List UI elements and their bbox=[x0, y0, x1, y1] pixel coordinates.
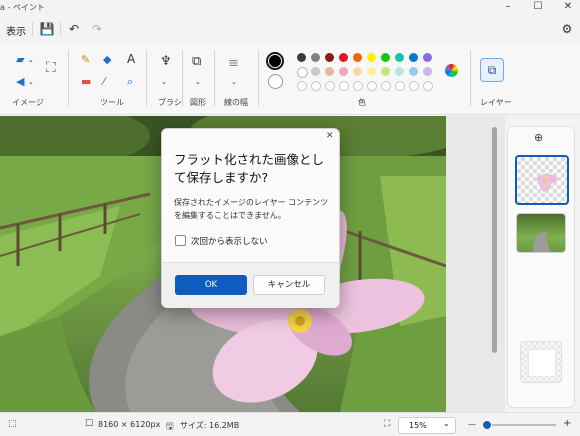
color-swatch[interactable] bbox=[325, 67, 334, 76]
window-title: a - ペイント bbox=[0, 3, 45, 12]
crop-icon[interactable]: ⛶ bbox=[46, 61, 56, 75]
undo-icon[interactable]: ↶ bbox=[65, 20, 83, 38]
color-swatch[interactable] bbox=[381, 53, 390, 62]
title-bar: a - ペイント – ☐ ✕ bbox=[0, 0, 580, 16]
text-icon[interactable]: A bbox=[127, 53, 135, 65]
menu-view[interactable]: 表示 bbox=[6, 23, 26, 38]
empty-color-slot[interactable] bbox=[381, 81, 391, 91]
eraser-icon[interactable]: ▬ bbox=[81, 76, 91, 88]
chevron-down-icon[interactable]: ⌄ bbox=[28, 54, 34, 66]
color-swatch[interactable] bbox=[395, 67, 404, 76]
dialog-message: 保存されたイメージのレイヤー コンテンツを編集することはできません。 bbox=[174, 198, 329, 220]
color-swatch[interactable] bbox=[311, 67, 320, 76]
empty-color-slot[interactable] bbox=[367, 81, 377, 91]
save-flattened-dialog: ✕ フラット化された画像として保存しますか? 保存されたイメージのレイヤー コン… bbox=[161, 128, 340, 308]
color-swatch[interactable] bbox=[311, 53, 320, 62]
shapes-icon[interactable]: ⧉ bbox=[192, 55, 201, 68]
pencil-icon[interactable]: ✎ bbox=[81, 54, 90, 66]
color-wheel-icon[interactable] bbox=[445, 64, 458, 77]
empty-color-slot[interactable] bbox=[297, 81, 307, 91]
color-swatch[interactable] bbox=[367, 53, 376, 62]
layer-thumbnail-photo[interactable] bbox=[516, 213, 566, 253]
empty-color-slot[interactable] bbox=[395, 81, 405, 91]
primary-color-swatch[interactable] bbox=[266, 52, 284, 70]
zoom-in-icon[interactable]: + bbox=[563, 418, 571, 429]
group-label-colors: 色 bbox=[358, 98, 366, 107]
color-swatch[interactable] bbox=[339, 67, 348, 76]
layers-button[interactable]: ⧉ bbox=[480, 58, 504, 82]
selection-icon: ⬚ bbox=[8, 419, 17, 429]
zoom-slider-thumb[interactable] bbox=[482, 420, 492, 430]
zoom-slider[interactable] bbox=[482, 420, 556, 430]
menu-bar: 表示 💾 ↶ ↷ ⚙ bbox=[0, 16, 580, 42]
fill-icon[interactable]: ◆ bbox=[103, 54, 111, 66]
dialog-close-icon[interactable]: ✕ bbox=[326, 131, 334, 141]
brush-icon[interactable]: ♆ bbox=[160, 55, 172, 68]
color-swatch[interactable] bbox=[409, 53, 418, 62]
chevron-down-icon[interactable]: ⌄ bbox=[161, 76, 167, 88]
color-swatch[interactable] bbox=[353, 53, 362, 62]
ok-button[interactable]: OK bbox=[175, 275, 247, 295]
group-label-shapes: 図形 bbox=[190, 98, 206, 107]
color-picker-icon[interactable]: ⁄ bbox=[103, 76, 105, 88]
color-swatch[interactable] bbox=[423, 53, 432, 62]
color-swatch[interactable] bbox=[353, 67, 362, 76]
empty-color-slot[interactable] bbox=[409, 81, 419, 91]
magnifier-icon[interactable]: ⌕ bbox=[127, 76, 133, 88]
empty-color-slot[interactable] bbox=[325, 81, 335, 91]
group-label-size: 線の幅 bbox=[224, 98, 248, 107]
chevron-down-icon: ⌄ bbox=[443, 419, 450, 428]
close-icon[interactable]: ✕ bbox=[554, 0, 580, 16]
color-swatch[interactable] bbox=[367, 67, 376, 76]
group-label-tools: ツール bbox=[100, 98, 124, 107]
empty-color-slot[interactable] bbox=[311, 81, 321, 91]
secondary-color-swatch[interactable] bbox=[268, 74, 283, 89]
canvas-size-icon: ☐ bbox=[85, 419, 94, 429]
dont-show-again-checkbox[interactable] bbox=[175, 235, 186, 246]
select-icon[interactable]: ▰ bbox=[16, 54, 24, 66]
dont-show-again-label[interactable]: 次回から表示しない bbox=[191, 235, 268, 247]
zoom-value: 15% bbox=[409, 421, 427, 430]
empty-color-slot[interactable] bbox=[353, 81, 363, 91]
layer-thumbnail-flower[interactable] bbox=[515, 155, 569, 205]
save-icon[interactable]: 💾 bbox=[38, 20, 56, 38]
color-swatch[interactable] bbox=[339, 53, 348, 62]
group-label-layers: レイヤー bbox=[480, 98, 512, 107]
redo-icon[interactable]: ↷ bbox=[88, 20, 106, 38]
fit-to-window-icon[interactable]: ⛶ bbox=[384, 419, 390, 429]
empty-color-slot[interactable] bbox=[423, 81, 433, 91]
color-swatch[interactable] bbox=[395, 53, 404, 62]
color-swatch[interactable] bbox=[381, 67, 390, 76]
minimize-icon[interactable]: – bbox=[494, 0, 522, 16]
settings-icon[interactable]: ⚙ bbox=[558, 20, 576, 38]
empty-color-slot[interactable] bbox=[339, 81, 349, 91]
layers-panel: ⊕ bbox=[507, 126, 575, 408]
layers-icon: ⧉ bbox=[487, 63, 497, 77]
zoom-select[interactable]: 15% ⌄ bbox=[398, 417, 456, 434]
cancel-button[interactable]: キャンセル bbox=[253, 275, 325, 295]
group-label-brushes: ブラシ bbox=[158, 98, 182, 107]
color-swatch[interactable] bbox=[325, 53, 334, 62]
file-size: サイズ: 16.2MB bbox=[180, 421, 240, 430]
group-label-image: イメージ bbox=[12, 98, 44, 107]
canvas-dimensions: 8160 × 6120px bbox=[98, 420, 161, 429]
color-swatch[interactable] bbox=[297, 53, 306, 62]
dialog-title: フラット化された画像として保存しますか? bbox=[174, 152, 325, 185]
vertical-scrollbar[interactable] bbox=[492, 127, 497, 353]
color-swatch[interactable] bbox=[409, 67, 418, 76]
color-swatch[interactable] bbox=[423, 67, 432, 76]
zoom-out-icon[interactable]: — bbox=[468, 420, 476, 429]
file-size-icon: 🖫 bbox=[166, 422, 174, 432]
rotate-icon[interactable]: ◀ bbox=[16, 76, 24, 88]
chevron-down-icon[interactable]: ⌄ bbox=[195, 76, 201, 88]
maximize-icon[interactable]: ☐ bbox=[524, 0, 552, 16]
add-layer-icon[interactable]: ⊕ bbox=[534, 131, 543, 144]
status-bar: ⬚ ☐ 8160 × 6120px 🖫 サイズ: 16.2MB ⛶ 15% ⌄ … bbox=[0, 412, 580, 436]
color-swatch[interactable] bbox=[297, 67, 308, 78]
dialog-footer: OK キャンセル bbox=[162, 262, 339, 308]
chevron-down-icon[interactable]: ⌄ bbox=[28, 76, 34, 88]
chevron-down-icon[interactable]: ⌄ bbox=[231, 76, 237, 88]
layer-thumbnail-blank[interactable] bbox=[520, 341, 562, 383]
line-width-icon[interactable]: ≡ bbox=[228, 57, 239, 70]
